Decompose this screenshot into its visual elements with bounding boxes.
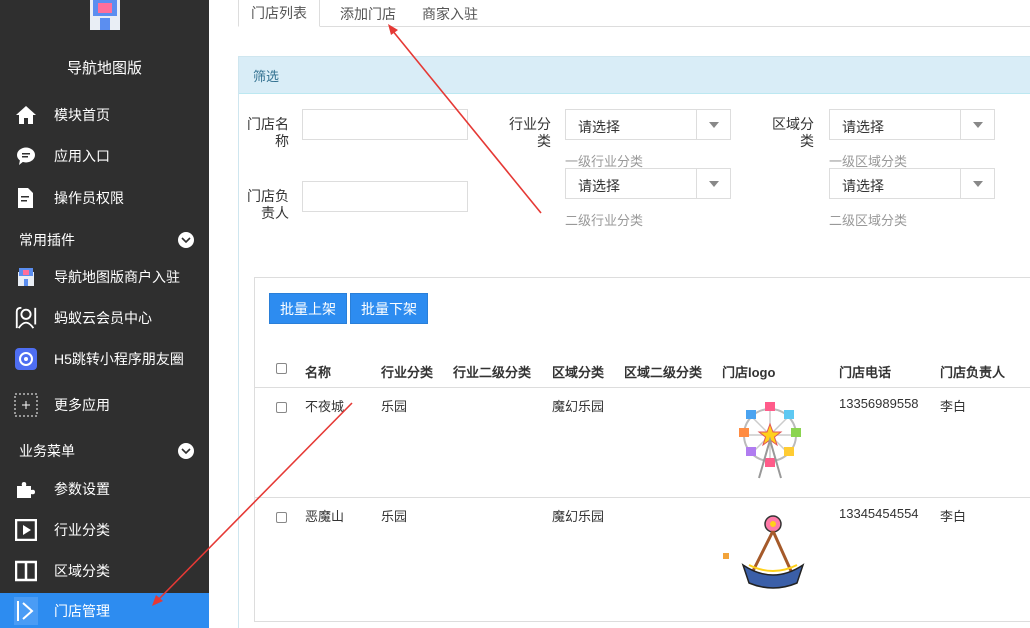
- col-header-industry2: 行业二级分类: [453, 365, 532, 380]
- store-name-label: 门店名称: [247, 116, 289, 149]
- chevron-down-icon[interactable]: [960, 169, 994, 198]
- manager-label: 门店负责人: [247, 188, 289, 221]
- sidebar-item-member-center[interactable]: 蚂蚁云会员中心: [0, 300, 209, 336]
- document-edit-icon: [14, 186, 38, 210]
- sidebar-item-label: 导航地图版商户入驻: [54, 269, 180, 285]
- col-header-logo: 门店logo: [722, 365, 776, 380]
- select-value: 请选择: [578, 178, 620, 194]
- tab-merchant-join[interactable]: 商家入驻: [418, 0, 482, 27]
- region-l2-select[interactable]: 请选择: [829, 168, 995, 199]
- cell-industry: 乐园: [381, 399, 408, 414]
- cell-region: 魔幻乐园: [552, 399, 605, 414]
- col-header-manager: 门店负责人: [940, 365, 1006, 380]
- filter-panel-title: 筛选: [239, 57, 1030, 94]
- industry-l1-select[interactable]: 请选择: [565, 109, 731, 140]
- main-content: 门店列表 添加门店 商家入驻 筛选 门店名称 门店负责人 行业分类 请选择 一级…: [209, 0, 1030, 628]
- chevron-down-icon[interactable]: [178, 232, 194, 248]
- store-table: 批量上架 批量下架 名称 行业分类 行业二级分类 区域分类 区域二级分类 门店l…: [254, 277, 1030, 622]
- sidebar-item-operator-permissions[interactable]: 操作员权限: [0, 180, 209, 216]
- sidebar-item-h5-jump[interactable]: H5跳转小程序朋友圈: [0, 341, 209, 377]
- sidebar-item-label: 操作员权限: [54, 190, 124, 206]
- puzzle-icon: [14, 477, 38, 501]
- sidebar-item-merchant-join[interactable]: 导航地图版商户入驻: [0, 259, 209, 295]
- chevron-down-icon[interactable]: [178, 443, 194, 459]
- ferris-wheel-icon: [729, 400, 811, 485]
- row-checkbox[interactable]: [276, 402, 287, 413]
- region-l1-select[interactable]: 请选择: [829, 109, 995, 140]
- tab-bar: 门店列表 添加门店 商家入驻: [238, 0, 1030, 27]
- batch-off-button[interactable]: 批量下架: [350, 293, 428, 324]
- cell-manager: 李白: [940, 509, 967, 524]
- tab-store-list[interactable]: 门店列表: [238, 0, 320, 27]
- row-divider: [255, 387, 1030, 388]
- store-icon: [14, 596, 38, 625]
- home-icon: [14, 103, 38, 127]
- chevron-down-icon[interactable]: [696, 110, 730, 139]
- sidebar-item-label: 行业分类: [54, 522, 110, 538]
- sidebar-item-region-category[interactable]: 区域分类: [0, 553, 209, 589]
- select-value: 请选择: [578, 119, 620, 135]
- tab-add-store[interactable]: 添加门店: [332, 0, 404, 27]
- sidebar-item-more-apps[interactable]: 更多应用: [0, 387, 209, 423]
- col-header-phone: 门店电话: [839, 365, 892, 380]
- sidebar-item-label: 应用入口: [54, 148, 110, 164]
- jump-icon: [14, 347, 38, 371]
- section-title: 业务菜单: [19, 443, 75, 459]
- pirate-ship-icon: [723, 513, 813, 598]
- cell-name: 不夜城: [305, 399, 345, 414]
- section-plugins[interactable]: 常用插件: [19, 228, 194, 252]
- shop-icon: [14, 265, 38, 289]
- col-header-region2: 区域二级分类: [624, 365, 703, 380]
- sidebar-item-label: 模块首页: [54, 107, 110, 123]
- select-all-checkbox[interactable]: [276, 363, 287, 374]
- sidebar: 导航地图版 模块首页 应用入口 操作员权限 常用插件 导航地图版商户入驻 蚂蚁云…: [0, 0, 209, 628]
- select-value: 请选择: [842, 119, 884, 135]
- region-label: 区域分类: [772, 116, 814, 149]
- sidebar-item-label: 门店管理: [54, 602, 110, 619]
- sidebar-item-label: 更多应用: [54, 397, 110, 413]
- section-business[interactable]: 业务菜单: [19, 439, 194, 463]
- chevron-down-icon[interactable]: [960, 110, 994, 139]
- section-title: 常用插件: [19, 232, 75, 248]
- sidebar-item-industry-category[interactable]: 行业分类: [0, 512, 209, 548]
- sidebar-item-parameter-settings[interactable]: 参数设置: [0, 471, 209, 507]
- industry-label: 行业分类: [509, 116, 551, 149]
- industry-l2-hint: 二级行业分类: [565, 213, 644, 228]
- app-logo-icon: [84, 0, 126, 34]
- plus-icon: [14, 393, 38, 417]
- chat-icon: [14, 144, 38, 168]
- industry-l2-select[interactable]: 请选择: [565, 168, 731, 199]
- columns-icon: [14, 559, 38, 583]
- row-checkbox[interactable]: [276, 512, 287, 523]
- filter-panel: 筛选 门店名称 门店负责人 行业分类 请选择 一级行业分类 请选择 二级行业分类…: [238, 56, 1030, 628]
- cell-manager: 李白: [940, 399, 967, 414]
- col-header-region: 区域分类: [552, 365, 605, 380]
- cell-region: 魔幻乐园: [552, 509, 605, 524]
- sidebar-item-store-management[interactable]: 门店管理: [0, 593, 209, 628]
- sidebar-item-label: H5跳转小程序朋友圈: [54, 351, 184, 367]
- cell-name: 恶魔山: [305, 509, 345, 524]
- select-value: 请选择: [842, 178, 884, 194]
- sidebar-item-home[interactable]: 模块首页: [0, 97, 209, 133]
- col-header-industry: 行业分类: [381, 365, 434, 380]
- cell-phone: 13356989558: [839, 396, 919, 411]
- chevron-down-icon[interactable]: [696, 169, 730, 198]
- sidebar-item-app-entry[interactable]: 应用入口: [0, 138, 209, 174]
- row-divider: [255, 497, 1030, 498]
- region-l2-hint: 二级区域分类: [829, 213, 908, 228]
- col-header-name: 名称: [305, 365, 332, 380]
- play-icon: [14, 518, 38, 542]
- batch-on-button[interactable]: 批量上架: [269, 293, 347, 324]
- cell-phone: 13345454554: [839, 506, 919, 521]
- sidebar-item-label: 区域分类: [54, 563, 110, 579]
- sidebar-item-label: 参数设置: [54, 481, 110, 497]
- app-title: 导航地图版: [66, 60, 142, 77]
- sidebar-item-label: 蚂蚁云会员中心: [54, 310, 152, 326]
- cell-industry: 乐园: [381, 509, 408, 524]
- manager-input[interactable]: [302, 181, 468, 212]
- store-name-input[interactable]: [302, 109, 468, 140]
- member-icon: [14, 306, 38, 330]
